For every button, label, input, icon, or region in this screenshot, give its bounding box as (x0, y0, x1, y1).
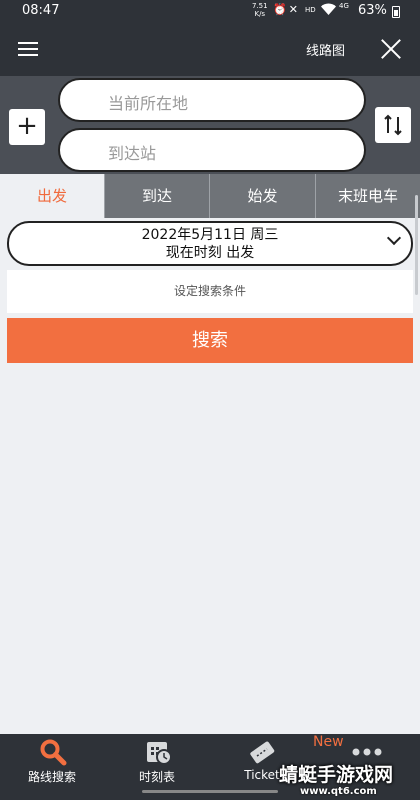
departure-station-input[interactable]: 当前所在地 (58, 78, 366, 122)
search-panel: + 当前所在地 到达站 (0, 76, 420, 174)
mute-icon: ✕ (288, 3, 300, 16)
network-type: 4G (339, 2, 349, 10)
scrollbar[interactable] (415, 195, 418, 295)
tab-arrival[interactable]: 到达 (104, 174, 209, 218)
watermark-url: www.qt6.com (300, 786, 377, 797)
route-map-link[interactable]: 线路图 (306, 40, 345, 59)
search-conditions-button[interactable]: 设定搜索条件 (7, 270, 413, 313)
wifi-icon (321, 3, 336, 19)
nav-label: 时刻表 (138, 770, 175, 784)
timetable-clock-icon (147, 742, 172, 765)
arrival-station-input[interactable]: 到达站 (58, 128, 366, 172)
search-mode-tabs: 出发 到达 始发 末班电车 (0, 174, 420, 218)
status-icons: ⏰✕ (273, 3, 300, 16)
status-bar: 08:47 7.51 K/s ⏰✕ HD 4G 63% (0, 0, 420, 24)
network-speed: 7.51 K/s (252, 2, 268, 18)
menu-icon[interactable] (14, 38, 42, 62)
menu-line (18, 48, 38, 50)
network-speed-value: 7.51 (252, 2, 268, 10)
battery-icon (392, 6, 400, 18)
add-waypoint-button[interactable]: + (9, 109, 45, 145)
hd-indicator: HD (305, 6, 316, 14)
watermark-text: 蜻蜓手游戏网 (279, 764, 394, 786)
app-bar: 线路图 (0, 24, 420, 76)
battery-percent: 63% (358, 3, 387, 18)
tab-last-train[interactable]: 末班电车 (315, 174, 420, 218)
swap-stations-button[interactable] (375, 107, 411, 143)
tab-first-train[interactable]: 始发 (209, 174, 315, 218)
nav-route-search[interactable]: 路线搜索 (2, 734, 102, 790)
more-dots-icon (352, 748, 382, 756)
status-time: 08:47 (22, 3, 60, 18)
tab-departure[interactable]: 出发 (0, 174, 104, 218)
menu-line (18, 54, 38, 56)
swap-icon (384, 114, 402, 136)
alarm-icon: ⏰ (273, 3, 289, 16)
date-time-selector[interactable]: 2022年5月11日 周三 现在时刻 出发 (7, 221, 413, 266)
nav-label: 路线搜索 (27, 770, 76, 784)
ticket-icon (250, 741, 275, 764)
time-mode-line: 现在时刻 出发 (165, 245, 255, 261)
search-button[interactable]: 搜索 (7, 318, 413, 363)
search-icon (40, 739, 67, 766)
nav-timetable[interactable]: 时刻表 (107, 734, 207, 790)
network-speed-unit: K/s (254, 10, 266, 18)
close-icon[interactable] (376, 34, 406, 64)
gesture-pill[interactable] (142, 790, 278, 793)
date-line: 2022年5月11日 周三 (141, 227, 279, 243)
menu-line (18, 42, 38, 44)
